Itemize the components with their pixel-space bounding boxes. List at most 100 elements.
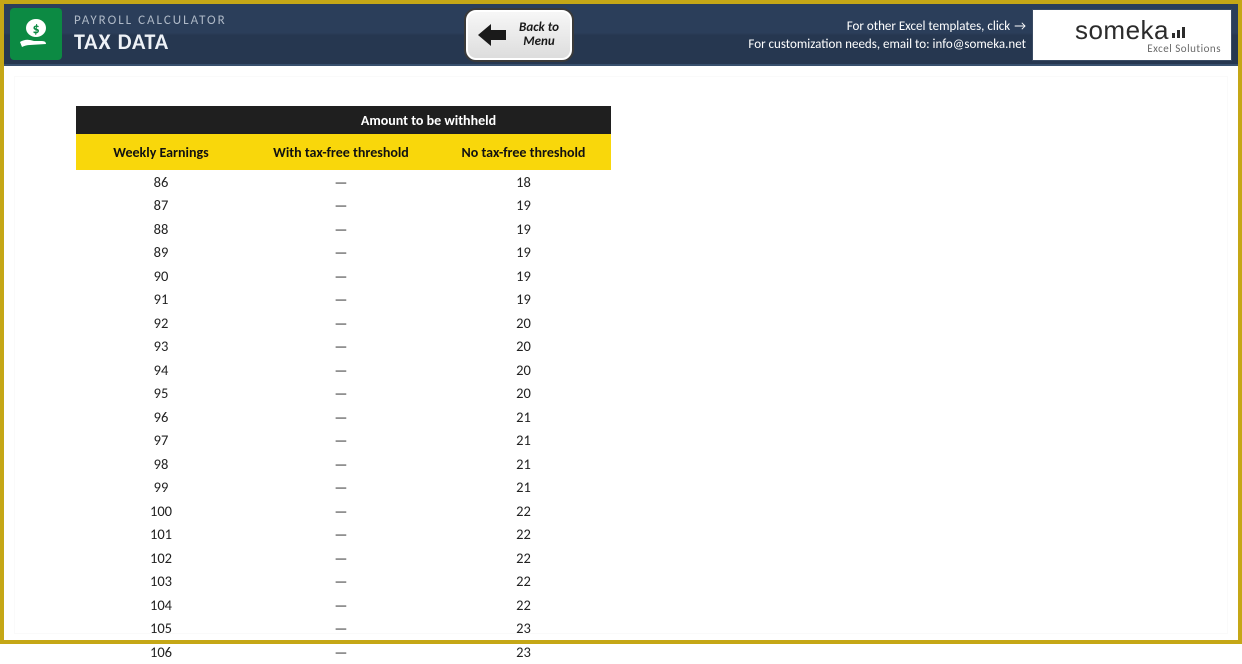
table-row: 105—23 — [76, 617, 611, 641]
money-hand-icon: $ — [16, 14, 56, 54]
table-row: 101—22 — [76, 523, 611, 547]
cell-earnings: 87 — [76, 194, 246, 218]
table-row: 92—20 — [76, 311, 611, 335]
cell-no-threshold: 20 — [436, 311, 611, 335]
cell-with-threshold: — — [246, 452, 436, 476]
header-titles: PAYROLL CALCULATOR TAX DATA — [74, 13, 227, 55]
header-info-text: For other Excel templates, click → For cu… — [748, 18, 1026, 54]
table-row: 97—21 — [76, 429, 611, 453]
table-row: 91—19 — [76, 288, 611, 312]
cell-no-threshold: 19 — [436, 241, 611, 265]
cell-earnings: 86 — [76, 170, 246, 194]
svg-text:$: $ — [32, 20, 39, 37]
table-row: 90—19 — [76, 264, 611, 288]
back-to-menu-button[interactable]: Back to Menu — [464, 8, 574, 62]
cell-no-threshold: 18 — [436, 170, 611, 194]
col-header-with-threshold: With tax-free threshold — [246, 134, 436, 170]
header-title: TAX DATA — [74, 29, 227, 55]
table-row: 99—21 — [76, 476, 611, 500]
sheet-area: Amount to be withheld Weekly Earnings Wi… — [4, 66, 1238, 664]
cell-with-threshold: — — [246, 194, 436, 218]
cell-with-threshold: — — [246, 170, 436, 194]
someka-logo[interactable]: someka Excel Solutions — [1032, 9, 1232, 61]
header-spacer — [76, 106, 246, 134]
cell-earnings: 95 — [76, 382, 246, 406]
cell-with-threshold: — — [246, 617, 436, 641]
cell-no-threshold: 23 — [436, 617, 611, 641]
cell-earnings: 89 — [76, 241, 246, 265]
cell-no-threshold: 20 — [436, 358, 611, 382]
cell-no-threshold: 21 — [436, 476, 611, 500]
someka-tagline: Excel Solutions — [1147, 42, 1221, 55]
cell-earnings: 105 — [76, 617, 246, 641]
cell-with-threshold: — — [246, 523, 436, 547]
table-row: 98—21 — [76, 452, 611, 476]
cell-earnings: 96 — [76, 405, 246, 429]
table-row: 94—20 — [76, 358, 611, 382]
cell-with-threshold: — — [246, 311, 436, 335]
cell-earnings: 98 — [76, 452, 246, 476]
cell-earnings: 104 — [76, 593, 246, 617]
app-header: $ PAYROLL CALCULATOR TAX DATA Back to Me… — [4, 4, 1238, 66]
back-button-label: Back to Menu — [514, 21, 564, 48]
cell-with-threshold: — — [246, 405, 436, 429]
cell-no-threshold: 22 — [436, 593, 611, 617]
cell-earnings: 90 — [76, 264, 246, 288]
cell-no-threshold: 21 — [436, 429, 611, 453]
cell-with-threshold: — — [246, 358, 436, 382]
cell-earnings: 94 — [76, 358, 246, 382]
cell-earnings: 88 — [76, 217, 246, 241]
cell-no-threshold: 22 — [436, 523, 611, 547]
cell-earnings: 97 — [76, 429, 246, 453]
cell-with-threshold: — — [246, 335, 436, 359]
cell-no-threshold: 22 — [436, 499, 611, 523]
arrow-right-icon: → — [1014, 19, 1026, 34]
info-line-1-text: For other Excel templates, click — [847, 19, 1010, 34]
cell-earnings: 103 — [76, 570, 246, 594]
templates-link-text[interactable]: For other Excel templates, click → — [748, 18, 1026, 36]
table-row: 87—19 — [76, 194, 611, 218]
cell-earnings: 93 — [76, 335, 246, 359]
col-header-no-threshold: No tax-free threshold — [436, 134, 611, 170]
cell-with-threshold: — — [246, 570, 436, 594]
table-header-merged: Amount to be withheld — [246, 106, 611, 134]
cell-no-threshold: 19 — [436, 194, 611, 218]
cell-no-threshold: 21 — [436, 452, 611, 476]
cell-no-threshold: 20 — [436, 382, 611, 406]
cell-with-threshold: — — [246, 264, 436, 288]
table-row: 86—18 — [76, 170, 611, 194]
cell-no-threshold: 19 — [436, 288, 611, 312]
cell-with-threshold: — — [246, 288, 436, 312]
cell-no-threshold: 21 — [436, 405, 611, 429]
table-row: 104—22 — [76, 593, 611, 617]
cell-no-threshold: 19 — [436, 264, 611, 288]
cell-earnings: 100 — [76, 499, 246, 523]
customization-email-text: For customization needs, email to: info@… — [748, 36, 1026, 54]
cell-earnings: 91 — [76, 288, 246, 312]
cell-no-threshold: 19 — [436, 217, 611, 241]
cell-no-threshold: 20 — [436, 335, 611, 359]
cell-earnings: 101 — [76, 523, 246, 547]
cell-with-threshold: — — [246, 217, 436, 241]
col-header-earnings: Weekly Earnings — [76, 134, 246, 170]
cell-no-threshold: 22 — [436, 570, 611, 594]
tax-withholding-table: Amount to be withheld Weekly Earnings Wi… — [76, 106, 611, 664]
cell-with-threshold: — — [246, 476, 436, 500]
cell-no-threshold: 22 — [436, 546, 611, 570]
table-row: 93—20 — [76, 335, 611, 359]
app-logo: $ — [10, 8, 62, 60]
cell-earnings: 102 — [76, 546, 246, 570]
cell-with-threshold: — — [246, 546, 436, 570]
table-row: 89—19 — [76, 241, 611, 265]
cell-with-threshold: — — [246, 241, 436, 265]
table-row: 100—22 — [76, 499, 611, 523]
header-subtitle: PAYROLL CALCULATOR — [74, 13, 227, 29]
table-row: 103—22 — [76, 570, 611, 594]
cell-earnings: 92 — [76, 311, 246, 335]
cell-with-threshold: — — [246, 429, 436, 453]
table-row: 88—19 — [76, 217, 611, 241]
cell-with-threshold: — — [246, 382, 436, 406]
cell-earnings: 99 — [76, 476, 246, 500]
cell-with-threshold: — — [246, 499, 436, 523]
cell-with-threshold: — — [246, 593, 436, 617]
